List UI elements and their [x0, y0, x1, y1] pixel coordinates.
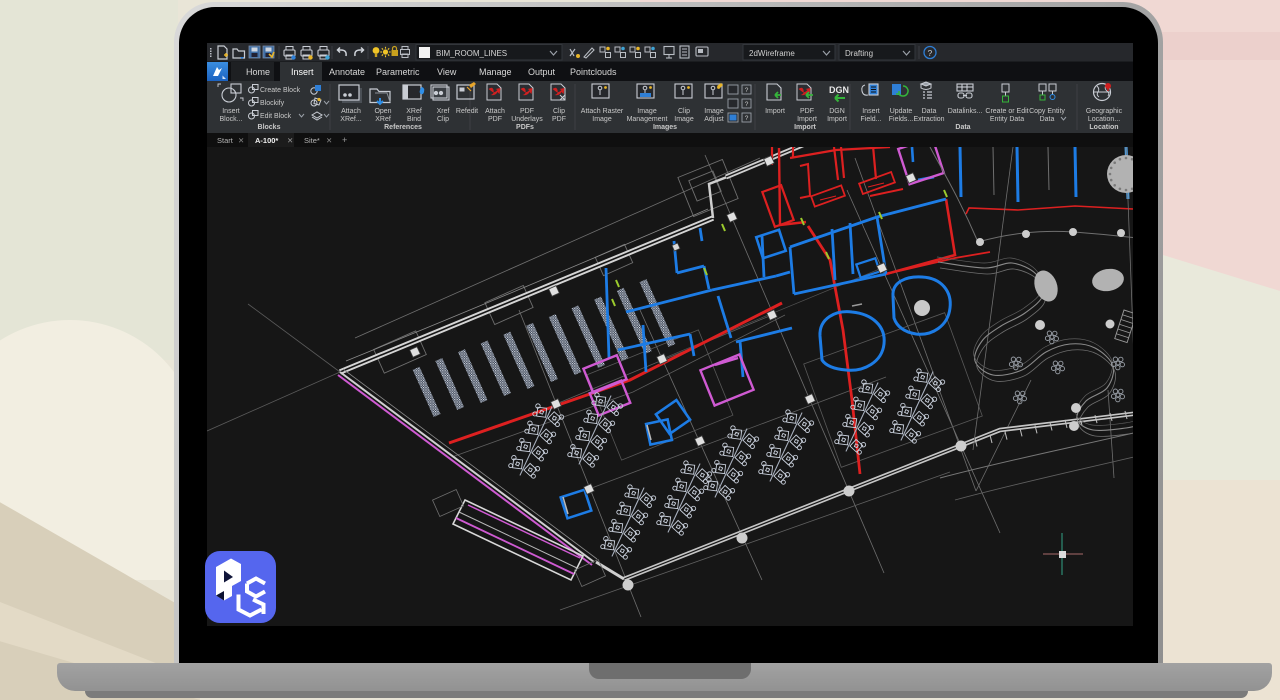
svg-text:Underlays: Underlays — [511, 116, 543, 123]
svg-text:Image: Image — [674, 116, 694, 123]
svg-text:Attach: Attach — [485, 108, 505, 115]
svg-text:Image: Image — [704, 108, 724, 115]
svg-text:Open: Open — [374, 108, 391, 115]
svg-text:PDF: PDF — [800, 108, 814, 115]
svg-text:PDF: PDF — [552, 116, 566, 123]
svg-text:Location: Location — [1089, 124, 1118, 131]
svg-text:Image: Image — [592, 116, 612, 123]
svg-text:Geographic: Geographic — [1086, 108, 1123, 115]
svg-text:Data: Data — [955, 124, 970, 131]
svg-text:Create or Edit: Create or Edit — [985, 108, 1028, 115]
svg-text:XRef...: XRef... — [340, 116, 361, 123]
svg-text:Edit Block: Edit Block — [260, 113, 292, 120]
svg-text:Fields...: Fields... — [889, 116, 914, 123]
svg-text:References: References — [384, 124, 422, 131]
svg-text:Import: Import — [797, 116, 817, 123]
svg-text:Xref: Xref — [437, 108, 450, 115]
svg-text:BIM_ROOM_LINES: BIM_ROOM_LINES — [436, 49, 507, 58]
svg-text:Entity Data: Entity Data — [990, 116, 1024, 123]
svg-text:Location...: Location... — [1088, 116, 1120, 123]
svg-text:Clip: Clip — [437, 116, 449, 123]
svg-text:Refedit: Refedit — [456, 108, 478, 115]
svg-text:Copy Entity: Copy Entity — [1029, 108, 1065, 115]
svg-text:PDF: PDF — [488, 116, 502, 123]
svg-text:DGN: DGN — [829, 85, 849, 95]
svg-text:Import: Import — [827, 116, 847, 123]
svg-text:?: ? — [745, 87, 749, 94]
svg-text:Import: Import — [765, 108, 785, 115]
svg-text:Insert: Insert — [222, 108, 240, 115]
svg-text:Clip: Clip — [553, 108, 565, 115]
svg-text:PDF: PDF — [520, 108, 534, 115]
svg-text:Create Block: Create Block — [260, 87, 301, 94]
svg-text:Blockify: Blockify — [260, 100, 285, 107]
svg-text:?: ? — [745, 115, 749, 122]
svg-text:Import: Import — [794, 124, 816, 131]
svg-text:Data: Data — [1040, 116, 1055, 123]
svg-text:Update: Update — [890, 108, 913, 115]
svg-text:Attach Raster: Attach Raster — [581, 108, 624, 115]
svg-text:Datalinks...: Datalinks... — [948, 108, 983, 115]
svg-text:Attach: Attach — [341, 108, 361, 115]
svg-text:Adjust: Adjust — [704, 116, 724, 123]
svg-text:XRef: XRef — [375, 116, 391, 123]
svg-text:Blocks: Blocks — [258, 124, 281, 131]
svg-text:Images: Images — [653, 124, 677, 131]
svg-text:Insert: Insert — [862, 108, 880, 115]
svg-text:XRef: XRef — [406, 108, 422, 115]
svg-text:Field...: Field... — [860, 116, 881, 123]
svg-text:PDFs: PDFs — [516, 124, 534, 131]
svg-text:Block...: Block... — [220, 116, 243, 123]
svg-text:?: ? — [928, 48, 933, 58]
svg-text:Data: Data — [922, 108, 937, 115]
svg-text:Extraction: Extraction — [913, 116, 944, 123]
svg-text:2dWireframe: 2dWireframe — [749, 49, 795, 58]
svg-text:Image: Image — [637, 108, 657, 115]
svg-text:?: ? — [745, 101, 749, 108]
svg-text:Clip: Clip — [678, 108, 690, 115]
svg-text:Drafting: Drafting — [845, 49, 873, 58]
svg-text:Bind: Bind — [407, 116, 421, 123]
svg-text:DGN: DGN — [829, 108, 845, 115]
svg-text:Management: Management — [627, 116, 668, 123]
